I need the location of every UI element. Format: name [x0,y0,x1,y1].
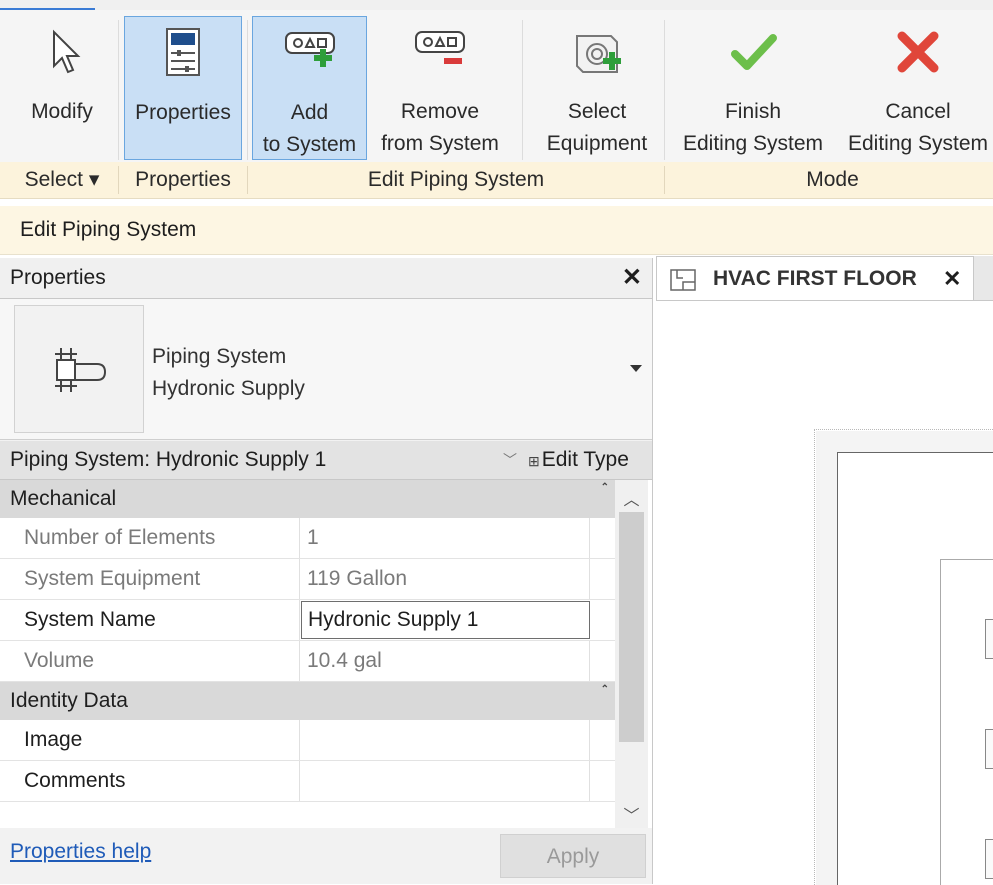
select-panel-dropdown[interactable]: Select ▾ [12,162,112,198]
remove-from-system-button[interactable]: Remove from System [372,16,508,160]
drawing-canvas[interactable] [656,300,993,885]
modify-label: Modify [31,100,93,123]
cancel-editing-system-button[interactable]: Cancel Editing System [838,16,993,160]
instance-label: Piping System: Hydronic Supply 1 [10,448,327,471]
apply-button[interactable]: Apply [500,834,646,878]
param-value: 119 Gallon [301,559,590,599]
system-name-field[interactable]: Hydronic Supply 1 [301,601,590,639]
image-field[interactable] [301,720,590,760]
scroll-down-icon[interactable]: ﹀ [615,802,648,825]
edit-type-icon: ⊞ [528,453,540,469]
properties-grid: Mechanical ⌃ Number of Elements 1 System E… [0,480,652,828]
table-row: Comments [0,761,615,802]
param-key: System Equipment [0,559,300,599]
properties-title: Properties [10,266,106,289]
contextual-tab-label: Edit Piping System [20,218,197,241]
scroll-up-icon[interactable]: ︿ [615,486,648,509]
finish-editing-system-button[interactable]: Finish Editing System [672,16,834,160]
remove-from-system-icon [415,31,465,64]
ribbon-panel-bar: Select ▾ Properties Edit Piping System M… [0,162,993,199]
instance-selector[interactable]: Piping System: Hydronic Supply 1 ﹀ ⊞Edit… [0,441,652,480]
contextual-tab-bar: Edit Piping System [0,206,993,255]
mode-panel-title: Mode [806,168,859,191]
cursor-arrow-icon [53,29,81,74]
piping-system-icon [55,348,107,392]
table-row: System Equipment 119 Gallon [0,559,615,600]
checkmark-icon [731,34,777,70]
floor-plan-view-icon [670,269,696,291]
cancel-label-1: Cancel [885,100,951,123]
cancel-label-2: Editing System [847,132,989,155]
add-to-system-icon [284,32,335,67]
chevron-down-icon[interactable]: ﹀ [503,441,517,479]
collapse-icon[interactable]: ⌃ [601,482,609,493]
group-header-identity-data[interactable]: Identity Data ⌃ [0,682,615,720]
edit-type-label: Edit Type [541,448,629,471]
param-value: 1 [301,518,590,558]
properties-palette: Properties ✕ Piping System Hydronic Suppl… [0,258,653,884]
close-icon[interactable]: ✕ [622,258,642,298]
add-to-system-button[interactable]: Add to System [252,16,367,160]
modify-button[interactable]: Modify [12,16,112,160]
edit-type-button[interactable]: ⊞Edit Type [528,441,629,480]
type-selector[interactable]: Piping System Hydronic Supply [0,299,652,440]
type-thumbnail [14,305,144,433]
tab-strip-empty [974,256,993,300]
properties-label: Properties [135,101,231,124]
finish-label-1: Finish [724,100,782,123]
comments-field[interactable] [301,761,590,801]
finish-label-2: Editing System [682,132,824,155]
group-header-mechanical[interactable]: Mechanical ⌃ [0,480,615,518]
equipment-symbol[interactable] [985,839,993,879]
param-key: Image [0,720,300,760]
table-row: System Name Hydronic Supply 1 [0,600,615,641]
cancel-x-icon [897,31,939,73]
edit-piping-panel-title: Edit Piping System [367,168,545,191]
select-equipment-button[interactable]: Select Equipment [536,16,658,160]
remove-label-2: from System [381,132,499,155]
properties-footer: Properties help Apply [0,830,652,884]
add-label-1: Add [290,101,329,124]
remove-label-1: Remove [400,100,480,123]
select-equipment-label-2: Equipment [546,132,648,155]
select-equipment-label-1: Select [567,100,627,123]
type-dropdown-arrow-icon[interactable] [630,365,642,372]
group-name: Mechanical [10,487,117,510]
title-strip [0,0,993,10]
properties-header: Properties ✕ [0,258,652,299]
select-equipment-icon [576,35,621,73]
properties-scrollbar[interactable]: ︿ ﹀ [615,480,648,828]
properties-help-link[interactable]: Properties help [10,840,151,864]
table-row: Volume 10.4 gal [0,641,615,682]
room-boundary [940,559,993,885]
close-tab-icon[interactable]: ✕ [943,257,961,301]
properties-panel-title: Properties [135,168,231,191]
param-key: Volume [0,641,300,681]
param-key: Number of Elements [0,518,300,558]
group-name: Identity Data [10,689,128,712]
collapse-icon[interactable]: ⌃ [601,684,609,695]
select-panel-label: Select [24,168,83,191]
properties-icon [166,28,200,76]
ribbon: Modify Properties Add to System Remove f… [0,10,993,162]
scrollbar-thumb[interactable] [619,512,644,742]
type-name: Hydronic Supply [152,377,305,400]
table-row: Number of Elements 1 [0,518,615,559]
view-tab-hvac-first-floor[interactable]: HVAC FIRST FLOOR ✕ [656,256,974,300]
param-key: Comments [0,761,300,801]
add-label-2: to System [262,133,357,156]
equipment-symbol[interactable] [985,729,993,769]
properties-button[interactable]: Properties [124,16,242,160]
type-family-name: Piping System [152,345,287,368]
dropdown-arrow-icon: ▾ [88,168,100,191]
param-key: System Name [0,600,300,640]
table-row: Image [0,720,615,761]
equipment-symbol[interactable] [985,619,993,659]
param-value: 10.4 gal [301,641,590,681]
view-tab-title: HVAC FIRST FLOOR [713,267,917,290]
